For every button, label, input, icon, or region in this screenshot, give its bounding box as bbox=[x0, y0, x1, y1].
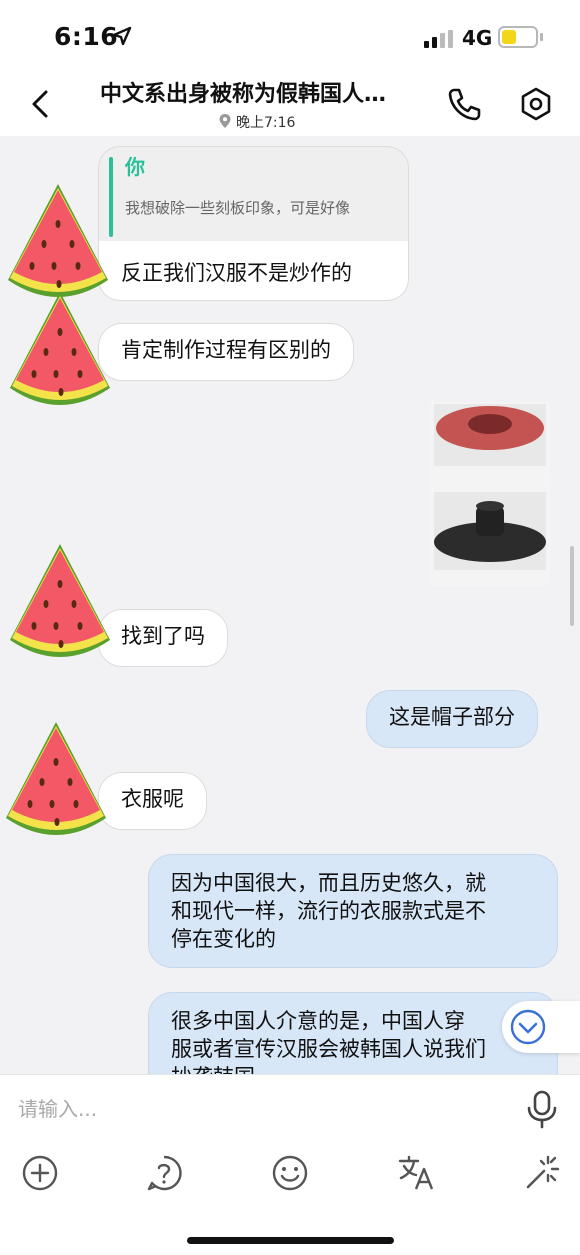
message-bubble[interactable]: 这是帽子部分 bbox=[366, 690, 538, 748]
location-pin-icon bbox=[218, 113, 232, 133]
settings-button[interactable] bbox=[518, 86, 554, 122]
battery-tip bbox=[540, 33, 543, 41]
back-button[interactable] bbox=[26, 86, 56, 122]
chevron-left-icon bbox=[32, 90, 48, 118]
watermelon-slice-icon[interactable] bbox=[4, 292, 114, 416]
help-button[interactable] bbox=[144, 1153, 184, 1193]
message-bubble[interactable]: 找到了吗 bbox=[98, 609, 228, 667]
message-line: 和现代一样，流行的衣服款式是不 bbox=[171, 899, 486, 923]
phone-icon bbox=[448, 88, 481, 121]
scrollbar[interactable] bbox=[570, 546, 574, 626]
message-line: 因为中国很大，而且历史悠久，就 bbox=[171, 871, 486, 895]
chat-subtitle-time: 晚上7:16 bbox=[236, 115, 296, 131]
home-indicator bbox=[187, 1237, 394, 1244]
question-circle-icon bbox=[147, 1155, 182, 1191]
message-bubble[interactable]: 反正我们汉服不是炒作的 bbox=[98, 241, 409, 301]
chevron-down-circle-icon bbox=[510, 1009, 546, 1045]
message-input[interactable] bbox=[18, 1091, 498, 1127]
status-time: 6:16 bbox=[54, 22, 119, 51]
message-line: 抄袭韩国 bbox=[171, 1063, 535, 1074]
translate-button[interactable] bbox=[396, 1153, 436, 1193]
translate-icon bbox=[398, 1155, 434, 1190]
quoted-message[interactable]: 你 我想破除一些刻板印象，可是好像 bbox=[98, 146, 409, 242]
image-message[interactable] bbox=[430, 402, 550, 586]
sparkle-icon bbox=[526, 1155, 560, 1189]
hexagon-gear-icon bbox=[521, 87, 551, 121]
message-line: 很多中国人介意的是，中国人穿 bbox=[171, 1009, 465, 1033]
message-bubble[interactable]: 肯定制作过程有区别的 bbox=[98, 323, 354, 381]
scroll-to-bottom-button[interactable] bbox=[502, 1001, 580, 1053]
voice-button[interactable] bbox=[524, 1089, 560, 1129]
message-bubble[interactable]: 因为中国很大，而且历史悠久，就 和现代一样，流行的衣服款式是不 停在变化的 bbox=[148, 854, 558, 968]
message-line: 服或者宣传汉服会被韩国人说我们 bbox=[171, 1037, 486, 1061]
battery-icon bbox=[498, 26, 538, 48]
status-bar: 6:16 4G bbox=[0, 0, 580, 72]
emoji-button[interactable] bbox=[270, 1153, 310, 1193]
signal-bars-icon bbox=[424, 30, 454, 52]
hat-image bbox=[434, 404, 546, 570]
smiley-icon bbox=[272, 1155, 308, 1191]
microphone-icon bbox=[527, 1090, 557, 1129]
message-bubble[interactable]: 衣服呢 bbox=[98, 772, 207, 830]
plus-circle-icon bbox=[22, 1155, 58, 1191]
magic-button[interactable] bbox=[522, 1153, 562, 1193]
chat-messages[interactable]: 你 我想破除一些刻板印象，可是好像 反正我们汉服不是炒作的 肯定制作过程有区别的… bbox=[0, 136, 580, 1074]
add-button[interactable] bbox=[20, 1153, 60, 1193]
input-area bbox=[0, 1074, 580, 1255]
call-button[interactable] bbox=[446, 86, 482, 122]
chat-title[interactable]: 中文系出身被称为假韩国人… bbox=[100, 76, 420, 108]
quote-author: 你 bbox=[125, 155, 145, 179]
watermelon-slice-icon[interactable] bbox=[4, 544, 114, 668]
quote-text: 我想破除一些刻板印象，可是好像 bbox=[125, 199, 351, 217]
watermelon-slice-icon[interactable] bbox=[2, 184, 112, 308]
message-line: 停在变化的 bbox=[171, 927, 276, 951]
location-arrow-icon bbox=[112, 26, 132, 50]
network-type: 4G bbox=[462, 26, 493, 50]
message-bubble[interactable]: 很多中国人介意的是，中国人穿 服或者宣传汉服会被韩国人说我们 抄袭韩国 bbox=[148, 992, 558, 1074]
watermelon-slice-icon[interactable] bbox=[0, 722, 110, 846]
chat-header: 中文系出身被称为假韩国人… 晚上7:16 bbox=[0, 72, 580, 136]
